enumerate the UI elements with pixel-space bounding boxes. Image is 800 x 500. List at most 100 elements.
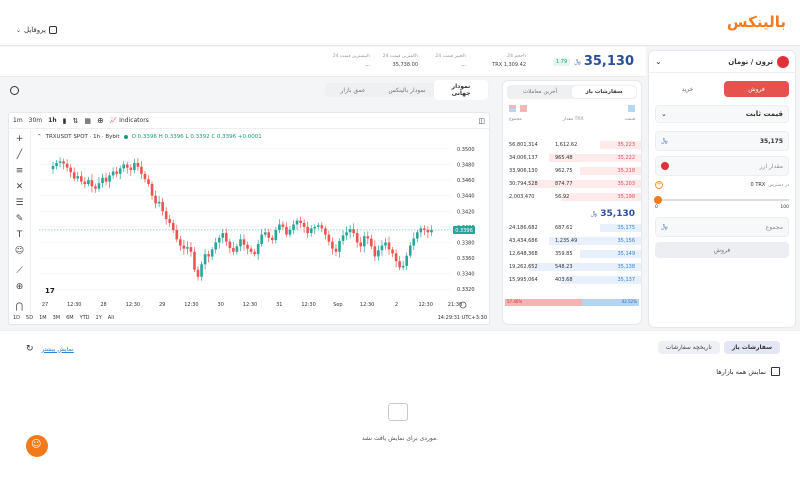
crosshair-icon[interactable]: +: [13, 132, 27, 146]
candle-body: [129, 167, 133, 170]
candle-body: [320, 225, 324, 229]
bid-row[interactable]: 12,648,368 359.85 35,149: [503, 249, 641, 259]
candle-body: [274, 229, 278, 241]
chart-toolbar: 1m 30m 1h ▮ ⇅ ▦ ⊕ 📈 Indicators ◫: [9, 113, 489, 129]
sell-tab[interactable]: فروش: [724, 81, 789, 97]
ruler-icon[interactable]: ⟋: [13, 264, 27, 278]
pair-selector[interactable]: ⌄ ترون / تومان: [649, 51, 795, 73]
submit-sell-button[interactable]: فروش: [655, 242, 789, 258]
fib-icon[interactable]: ☰: [13, 196, 27, 210]
last-price: 35,130: [583, 54, 634, 69]
amount-slider[interactable]: 0 100: [654, 195, 789, 210]
pattern-icon[interactable]: ✕: [13, 180, 27, 194]
tab-open-orders-list[interactable]: سفارشات باز: [723, 341, 780, 354]
hide-chart-icon[interactable]: [10, 86, 19, 95]
range-1d[interactable]: 1D: [13, 315, 20, 321]
stat-volume: حجم 24h TRX 1,309.42: [492, 54, 526, 68]
ask-row[interactable]: 30,794,528 874.77 35,203: [503, 179, 641, 189]
chart-tabs: عمق بازار نمودار بالینکس نمودار جهانی: [325, 80, 489, 100]
tron-coin-icon: [777, 55, 789, 68]
profile-menu[interactable]: ⌄ پروفایل: [16, 26, 57, 34]
candle-body: [76, 176, 80, 179]
range-1y[interactable]: 1Y: [96, 315, 102, 321]
ask-row[interactable]: 33,906,130 962.75 35,218: [503, 166, 641, 176]
range-5d[interactable]: 5D: [26, 315, 33, 321]
x-tick-label: 12:30: [419, 302, 433, 308]
range-ytd[interactable]: YTD: [80, 315, 90, 321]
bid-row[interactable]: 24,186,682 687.61 35,175: [503, 223, 641, 233]
bid-row[interactable]: 19,262,652 548.23 35,138: [503, 262, 641, 272]
trendline-icon[interactable]: ╱: [13, 148, 27, 162]
candle-body: [316, 225, 320, 227]
bid-row[interactable]: 43,434,686 1,235.49 35,156: [503, 236, 641, 246]
x-tick-label: Sep: [333, 302, 342, 308]
brush-icon[interactable]: ✎: [13, 212, 27, 226]
interval-1h[interactable]: 1h: [48, 117, 56, 124]
interval-30m[interactable]: 30m: [29, 117, 42, 124]
add-funds-icon[interactable]: +: [655, 181, 663, 189]
ask-amount: 1,612.62: [555, 142, 578, 148]
show-all-label: نمایش همه بازارها: [716, 367, 766, 376]
candle-body: [217, 237, 221, 243]
tab-depth[interactable]: عمق بازار: [326, 84, 380, 97]
buy-tab[interactable]: خرید: [655, 81, 720, 97]
tab-global-chart[interactable]: نمودار جهانی: [434, 80, 488, 100]
support-chat-button[interactable]: ☺: [26, 435, 48, 457]
brand-logo[interactable]: بالینکس: [727, 13, 786, 31]
magnet-icon[interactable]: ⋂: [13, 300, 27, 314]
tradingview-logo[interactable]: 17: [45, 287, 55, 295]
candle-body: [104, 177, 108, 182]
both-sides-icon[interactable]: [509, 105, 516, 112]
camera-icon[interactable]: ◫: [478, 117, 485, 125]
range-all[interactable]: All: [108, 315, 114, 321]
ask-row[interactable]: 56,801,314 1,612.62 35,223: [503, 140, 641, 150]
candle-body: [309, 228, 313, 234]
candle-body: [136, 162, 140, 167]
checkbox[interactable]: [771, 367, 780, 376]
tab-open-orders[interactable]: سفارشات باز: [572, 86, 636, 98]
slider-handle[interactable]: [654, 196, 662, 204]
range-6m[interactable]: 6M: [66, 315, 74, 321]
candle-body: [87, 180, 90, 184]
emoji-icon[interactable]: ☺: [13, 244, 27, 258]
tab-balinex-chart[interactable]: نمودار بالینکس: [380, 84, 434, 97]
candles-icon[interactable]: ▮: [63, 117, 67, 125]
indicators-button[interactable]: 📈 Indicators: [110, 117, 149, 124]
interval-1m[interactable]: 1m: [13, 117, 23, 124]
candle-body: [140, 166, 143, 174]
amount-field[interactable]: مقدار ارز: [655, 156, 789, 176]
ask-row[interactable]: 34,006,137 965.48 35,222: [503, 153, 641, 163]
hlines-icon[interactable]: ≡: [13, 164, 27, 178]
bids-only-icon[interactable]: [628, 105, 635, 112]
bid-row[interactable]: 15,995,064 403.68 35,137: [503, 275, 641, 285]
compare-icon[interactable]: ⇅: [72, 117, 78, 125]
order-type-select[interactable]: ⌄ قیمت ثابت: [655, 105, 789, 123]
candle-body: [179, 239, 182, 246]
candle-body: [62, 161, 65, 164]
tab-last-trades[interactable]: آخرین معاملات: [508, 86, 572, 98]
zoom-icon[interactable]: ⊕: [13, 280, 27, 294]
asks-only-icon[interactable]: [520, 105, 527, 112]
tab-history[interactable]: تاریخچه سفارشات: [657, 341, 720, 354]
candle-body: [380, 245, 384, 251]
range-1m[interactable]: 1M: [39, 315, 47, 321]
show-all-markets[interactable]: نمایش همه بازارها: [716, 367, 780, 376]
balance-value: 0 TRX: [750, 182, 766, 188]
slider-min: 0: [655, 205, 658, 210]
candlestick-chart[interactable]: 0.35000.34800.34600.34400.34200.34000.33…: [31, 129, 489, 313]
add-icon[interactable]: ⊕: [97, 116, 104, 125]
chevron-down-icon: ⌄: [661, 110, 667, 118]
range-3m[interactable]: 3M: [53, 315, 61, 321]
ask-row[interactable]: 2,003,470 56.92 35,198: [503, 192, 641, 202]
toman-icon: ﷼: [661, 223, 668, 230]
candle-body: [90, 180, 94, 187]
grid-icon[interactable]: ▦: [84, 117, 91, 125]
show-more-link[interactable]: نمایش بیشتر: [42, 346, 74, 353]
total-field[interactable]: ﷼ مجموع: [655, 217, 789, 237]
price-field[interactable]: ﷼ 35,175: [655, 131, 789, 151]
bid-amount: 548.23: [555, 264, 573, 270]
text-icon[interactable]: T: [13, 228, 27, 242]
user-icon: [48, 26, 57, 34]
refresh-icon[interactable]: ↻: [26, 344, 34, 354]
chat-icon: ☺: [31, 439, 42, 450]
